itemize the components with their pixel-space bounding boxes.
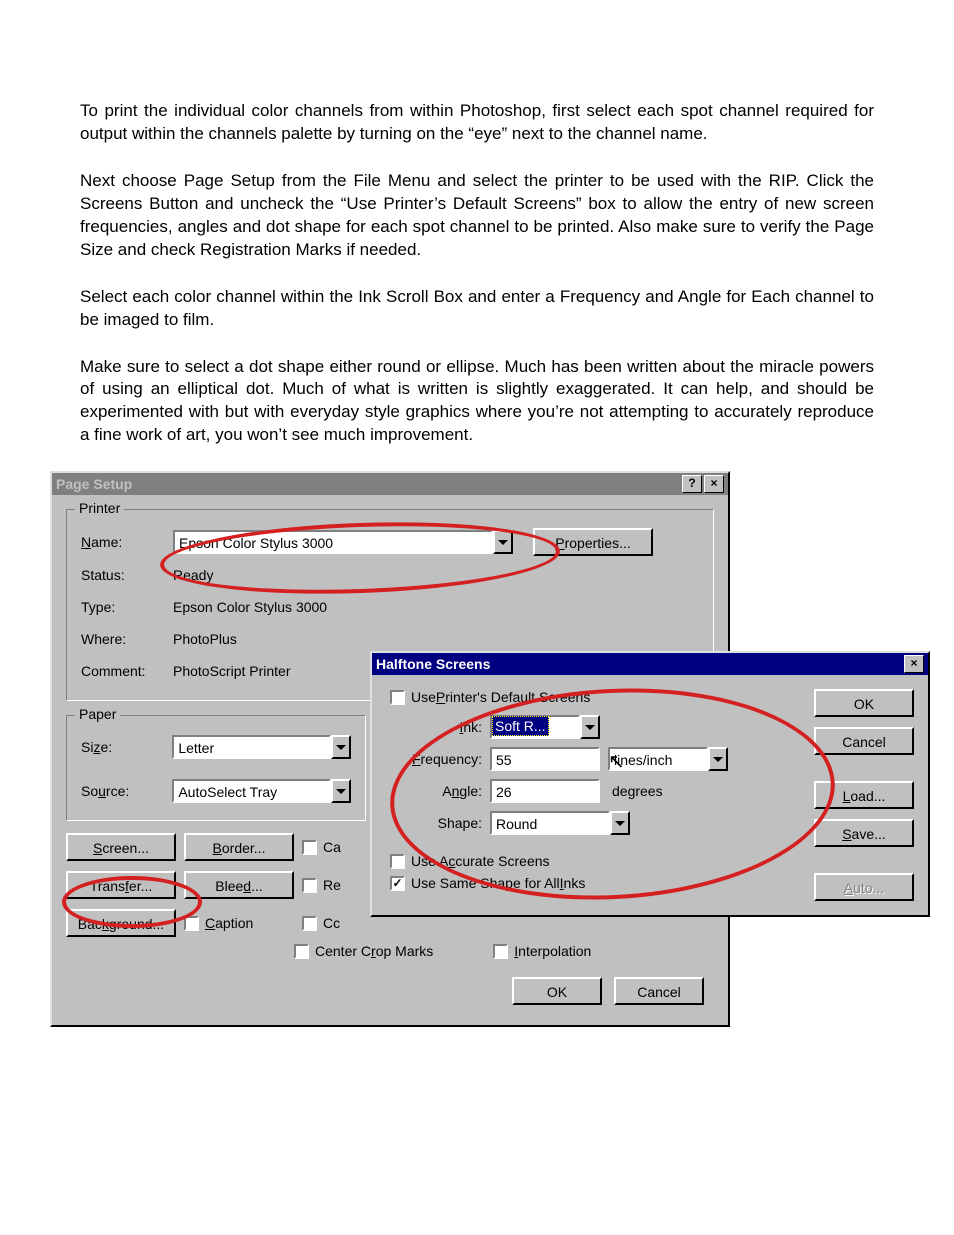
bleed-button[interactable]: Bleed... [184,871,294,899]
cancel-button[interactable]: Cancel [614,977,704,1005]
printer-group-label: Printer [75,500,124,516]
halftone-screens-dialog: Halftone Screens × Use Printer's Default… [370,651,930,917]
angle-unit: degrees [612,783,663,799]
instruction-paragraph-3: Select each color channel within the Ink… [80,286,874,332]
instruction-paragraph-4: Make sure to select a dot shape either r… [80,356,874,448]
interpolation-checkbox[interactable]: Interpolation [493,943,591,959]
cursor-icon: ↖ [608,749,625,774]
where-label: Where: [81,631,173,647]
help-icon[interactable]: ? [682,475,702,493]
comment-label: Comment: [81,663,173,679]
type-label: Type: [81,599,173,615]
halftone-cancel-button[interactable]: Cancel [814,727,914,755]
load-button[interactable]: Load... [814,781,914,809]
same-shape-checkbox[interactable]: Use Same Shape for All Inks [390,875,798,891]
halftone-title: Halftone Screens [376,656,490,672]
chevron-down-icon[interactable] [610,811,630,835]
paper-group-label: Paper [75,706,120,722]
status-label: Status: [81,567,173,583]
name-label: Name: [81,534,173,550]
use-default-screens-checkbox[interactable]: Use Printer's Default Screens [390,689,798,705]
printer-name-value: Epson Color Stylus 3000 [173,530,493,554]
ink-select[interactable]: Soft R... [490,715,600,739]
border-button[interactable]: Border... [184,833,294,861]
chevron-down-icon[interactable] [331,735,351,759]
close-icon[interactable]: × [704,475,724,493]
instruction-paragraph-1: To print the individual color channels f… [80,100,874,146]
frequency-unit-select[interactable]: lines/inch [608,747,728,771]
page-setup-titlebar[interactable]: Page Setup ? × [52,473,728,495]
save-button[interactable]: Save... [814,819,914,847]
instruction-paragraph-2: Next choose Page Setup from the File Men… [80,170,874,262]
where-value: PhotoPlus [173,631,237,647]
ink-label: Ink: [390,719,490,735]
close-icon[interactable]: × [904,655,924,673]
paper-size-value: Letter [172,735,331,759]
shape-label: Shape: [390,815,490,831]
caption-checkbox[interactable]: Caption [184,915,294,931]
auto-button[interactable]: Auto... [814,873,914,901]
angle-label: Angle: [390,783,490,799]
screen-button[interactable]: Screen... [66,833,176,861]
transfer-button[interactable]: Transfer... [66,871,176,899]
type-value: Epson Color Stylus 3000 [173,599,327,615]
comment-value: PhotoScript Printer [173,663,291,679]
paper-group: Paper Size: Letter Source: AutoSelect Tr… [66,715,366,821]
paper-source-select[interactable]: AutoSelect Tray [172,779,351,803]
chevron-down-icon[interactable] [708,747,728,771]
ca-label: Ca [323,839,341,855]
use-accurate-screens-checkbox[interactable]: Use Accurate Screens [390,853,798,869]
shape-value: Round [490,811,610,835]
halftone-ok-button[interactable]: OK [814,689,914,717]
angle-input[interactable]: 26 [490,779,600,803]
printer-name-select[interactable]: Epson Color Stylus 3000 [173,530,513,554]
chevron-down-icon[interactable] [331,779,351,803]
frequency-input[interactable]: 55 [490,747,600,771]
ok-button[interactable]: OK [512,977,602,1005]
cc-label: Cc [323,915,340,931]
paper-size-select[interactable]: Letter [172,735,351,759]
ink-value: Soft R... [492,716,549,736]
paper-source-value: AutoSelect Tray [172,779,331,803]
frequency-label: Frequency: [390,751,490,767]
chevron-down-icon[interactable] [580,715,600,739]
page-setup-title: Page Setup [56,476,132,492]
center-crop-checkbox[interactable]: Center Crop Marks [294,943,433,959]
re-label: Re [323,877,341,893]
cc-checkbox-row[interactable]: Cc [302,915,714,931]
chevron-down-icon[interactable] [493,530,513,554]
background-button[interactable]: Background... [66,909,176,937]
halftone-titlebar[interactable]: Halftone Screens × [372,653,928,675]
size-label: Size: [81,739,172,755]
status-value: Ready [173,567,213,583]
source-label: Source: [81,783,172,799]
properties-button[interactable]: Properties... [533,528,653,556]
shape-select[interactable]: Round [490,811,630,835]
